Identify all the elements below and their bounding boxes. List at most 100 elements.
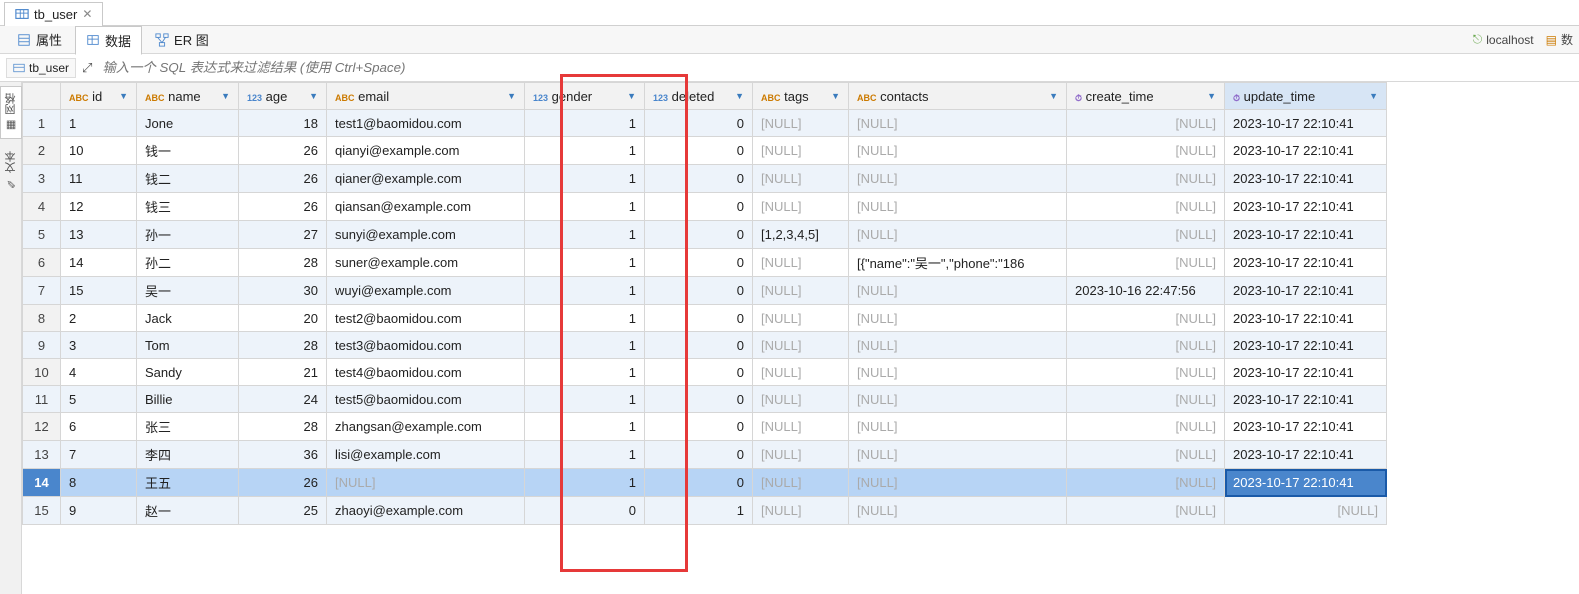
cell-contacts[interactable]: [NULL] (849, 110, 1067, 137)
cell-create_time[interactable]: [NULL] (1067, 221, 1225, 249)
table-row[interactable]: 11Jone18test1@baomidou.com10[NULL][NULL]… (23, 110, 1387, 137)
cell-contacts[interactable]: [NULL] (849, 305, 1067, 332)
cell-deleted[interactable]: 0 (645, 332, 753, 359)
row-number[interactable]: 3 (23, 165, 61, 193)
cell-contacts[interactable]: [NULL] (849, 359, 1067, 386)
cell-age[interactable]: 30 (239, 277, 327, 305)
cell-name[interactable]: 孙二 (137, 249, 239, 277)
cell-update_time[interactable]: 2023-10-17 22:10:41 (1225, 221, 1387, 249)
cell-gender[interactable]: 0 (525, 497, 645, 525)
close-icon[interactable]: ✕ (82, 7, 92, 21)
cell-id[interactable]: 15 (61, 277, 137, 305)
cell-update_time[interactable]: 2023-10-17 22:10:41 (1225, 386, 1387, 413)
cell-contacts[interactable]: [NULL] (849, 165, 1067, 193)
cell-tags[interactable]: [NULL] (753, 137, 849, 165)
cell-update_time[interactable]: 2023-10-17 22:10:41 (1225, 137, 1387, 165)
cell-contacts[interactable]: [NULL] (849, 221, 1067, 249)
cell-contacts[interactable]: [NULL] (849, 193, 1067, 221)
filter-dropdown-icon[interactable]: ▼ (735, 91, 744, 101)
tab-data[interactable]: 数据 (75, 26, 142, 55)
cell-name[interactable]: 吴一 (137, 277, 239, 305)
cell-age[interactable]: 20 (239, 305, 327, 332)
cell-id[interactable]: 4 (61, 359, 137, 386)
cell-gender[interactable]: 1 (525, 193, 645, 221)
cell-name[interactable]: Billie (137, 386, 239, 413)
cell-name[interactable]: Jack (137, 305, 239, 332)
row-number[interactable]: 2 (23, 137, 61, 165)
row-number[interactable]: 5 (23, 221, 61, 249)
cell-contacts[interactable]: [NULL] (849, 469, 1067, 497)
row-number[interactable]: 10 (23, 359, 61, 386)
cell-contacts[interactable]: [NULL] (849, 497, 1067, 525)
cell-id[interactable]: 2 (61, 305, 137, 332)
cell-tags[interactable]: [NULL] (753, 193, 849, 221)
column-header-email[interactable]: ABC email▼ (327, 83, 525, 110)
cell-tags[interactable]: [NULL] (753, 305, 849, 332)
filter-dropdown-icon[interactable]: ▼ (1049, 91, 1058, 101)
table-row[interactable]: 311钱二26qianer@example.com10[NULL][NULL][… (23, 165, 1387, 193)
cell-deleted[interactable]: 0 (645, 165, 753, 193)
cell-email[interactable]: [NULL] (327, 469, 525, 497)
cell-gender[interactable]: 1 (525, 221, 645, 249)
row-number[interactable]: 1 (23, 110, 61, 137)
column-header-deleted[interactable]: 123 deleted▼ (645, 83, 753, 110)
cell-gender[interactable]: 1 (525, 165, 645, 193)
cell-create_time[interactable]: [NULL] (1067, 305, 1225, 332)
cell-id[interactable]: 11 (61, 165, 137, 193)
cell-id[interactable]: 5 (61, 386, 137, 413)
cell-email[interactable]: wuyi@example.com (327, 277, 525, 305)
cell-age[interactable]: 18 (239, 110, 327, 137)
tab-er-diagram[interactable]: ER 图 (144, 25, 220, 54)
row-number[interactable]: 15 (23, 497, 61, 525)
cell-email[interactable]: zhaoyi@example.com (327, 497, 525, 525)
table-row[interactable]: 159赵一25zhaoyi@example.com01[NULL][NULL][… (23, 497, 1387, 525)
cell-age[interactable]: 28 (239, 332, 327, 359)
cell-id[interactable]: 13 (61, 221, 137, 249)
cell-gender[interactable]: 1 (525, 386, 645, 413)
cell-id[interactable]: 9 (61, 497, 137, 525)
table-row[interactable]: 115Billie24test5@baomidou.com10[NULL][NU… (23, 386, 1387, 413)
row-number[interactable]: 12 (23, 413, 61, 441)
cell-deleted[interactable]: 1 (645, 497, 753, 525)
cell-email[interactable]: test5@baomidou.com (327, 386, 525, 413)
cell-contacts[interactable]: [{"name":"吴一","phone":"186 (849, 249, 1067, 277)
cell-create_time[interactable]: [NULL] (1067, 359, 1225, 386)
column-header-gender[interactable]: 123 gender▼ (525, 83, 645, 110)
cell-deleted[interactable]: 0 (645, 413, 753, 441)
table-row[interactable]: 93Tom28test3@baomidou.com10[NULL][NULL][… (23, 332, 1387, 359)
cell-create_time[interactable]: [NULL] (1067, 332, 1225, 359)
presentation-tab-grid[interactable]: ▦ 网格 (0, 86, 22, 139)
cell-deleted[interactable]: 0 (645, 277, 753, 305)
column-header-create_time[interactable]: ⏱ create_time▼ (1067, 83, 1225, 110)
expand-icon[interactable]: ⤢ (82, 60, 92, 76)
cell-name[interactable]: 赵一 (137, 497, 239, 525)
column-header-contacts[interactable]: ABC contacts▼ (849, 83, 1067, 110)
cell-update_time[interactable]: 2023-10-17 22:10:41 (1225, 469, 1387, 497)
corner-cell[interactable] (23, 83, 61, 110)
cell-email[interactable]: qianyi@example.com (327, 137, 525, 165)
cell-create_time[interactable]: [NULL] (1067, 469, 1225, 497)
row-number[interactable]: 11 (23, 386, 61, 413)
row-number[interactable]: 8 (23, 305, 61, 332)
cell-tags[interactable]: [NULL] (753, 469, 849, 497)
cell-name[interactable]: 孙一 (137, 221, 239, 249)
table-row[interactable]: 104Sandy21test4@baomidou.com10[NULL][NUL… (23, 359, 1387, 386)
cell-id[interactable]: 14 (61, 249, 137, 277)
cell-id[interactable]: 3 (61, 332, 137, 359)
cell-tags[interactable]: [NULL] (753, 359, 849, 386)
cell-tags[interactable]: [NULL] (753, 413, 849, 441)
row-number[interactable]: 6 (23, 249, 61, 277)
cell-create_time[interactable]: [NULL] (1067, 386, 1225, 413)
filter-dropdown-icon[interactable]: ▼ (1369, 91, 1378, 101)
tab-properties[interactable]: 属性 (6, 25, 73, 54)
cell-deleted[interactable]: 0 (645, 469, 753, 497)
cell-name[interactable]: 钱三 (137, 193, 239, 221)
cell-age[interactable]: 27 (239, 221, 327, 249)
cell-id[interactable]: 7 (61, 441, 137, 469)
cell-tags[interactable]: [NULL] (753, 110, 849, 137)
cell-tags[interactable]: [NULL] (753, 441, 849, 469)
cell-deleted[interactable]: 0 (645, 441, 753, 469)
cell-contacts[interactable]: [NULL] (849, 332, 1067, 359)
cell-age[interactable]: 28 (239, 249, 327, 277)
cell-update_time[interactable]: 2023-10-17 22:10:41 (1225, 110, 1387, 137)
